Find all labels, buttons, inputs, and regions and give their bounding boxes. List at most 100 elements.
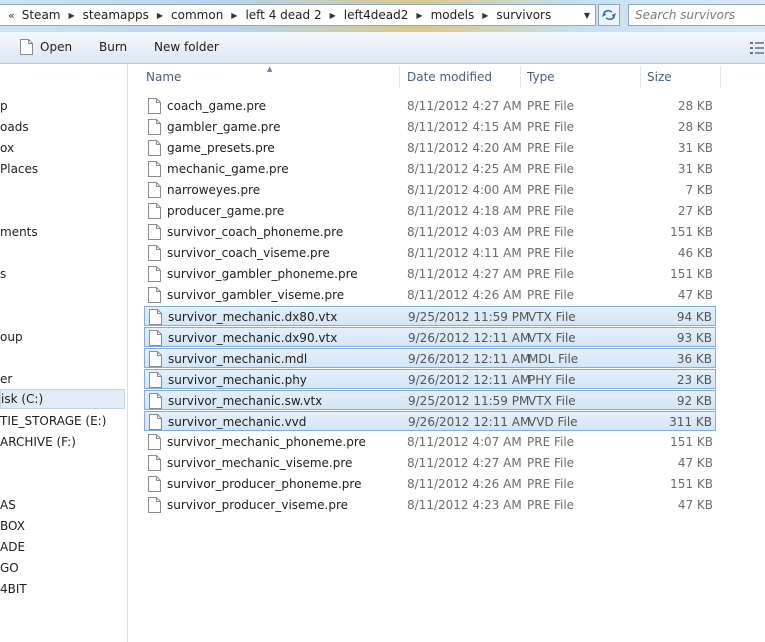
breadcrumb-item[interactable]: common: [168, 8, 226, 22]
file-icon: [149, 309, 162, 328]
file-name[interactable]: survivor_mechanic_phoneme.pre: [167, 435, 366, 449]
file-icon: [148, 119, 161, 138]
nav-item[interactable]: Places: [0, 159, 38, 179]
open-button[interactable]: Open: [40, 40, 72, 54]
nav-item[interactable]: ox: [0, 138, 14, 158]
file-row[interactable]: gambler_game.pre 8/11/2012 4:15 AM PRE Fil…: [144, 117, 716, 137]
file-name[interactable]: survivor_producer_phoneme.pre: [167, 477, 361, 491]
file-name[interactable]: survivor_mechanic.dx80.vtx: [168, 310, 337, 324]
search-box[interactable]: [628, 4, 765, 26]
nav-item[interactable]: oup: [0, 327, 23, 347]
breadcrumb-item[interactable]: Steam: [19, 8, 64, 22]
search-input[interactable]: [635, 6, 763, 24]
file-date: 8/11/2012 4:15 AM: [407, 120, 522, 134]
breadcrumb-item[interactable]: left 4 dead 2: [242, 8, 324, 22]
breadcrumb-chevron-icon[interactable]: ▶: [63, 11, 79, 20]
file-name[interactable]: mechanic_game.pre: [167, 162, 289, 176]
file-row[interactable]: survivor_mechanic.vvd 9/26/2012 12:11 AM V…: [144, 411, 716, 431]
nav-item[interactable]: oads: [0, 117, 29, 137]
file-row[interactable]: survivor_mechanic.phy 9/26/2012 12:11 AM P…: [144, 369, 716, 389]
file-row[interactable]: survivor_mechanic.sw.vtx 9/25/2012 11:59 …: [144, 390, 716, 410]
file-row[interactable]: survivor_coach_phoneme.pre 8/11/2012 4:03…: [144, 222, 716, 242]
column-header-type[interactable]: Type: [527, 70, 555, 84]
file-name[interactable]: producer_game.pre: [167, 204, 284, 218]
refresh-button[interactable]: [598, 4, 620, 26]
file-row[interactable]: survivor_producer_viseme.pre 8/11/2012 4:…: [144, 495, 716, 515]
file-row[interactable]: survivor_coach_viseme.pre 8/11/2012 4:11 …: [144, 243, 716, 263]
sort-ascending-icon: ▲: [267, 65, 273, 73]
file-name[interactable]: game_presets.pre: [167, 141, 275, 155]
nav-item[interactable]: 4BIT: [0, 579, 27, 599]
file-name[interactable]: survivor_mechanic.phy: [168, 373, 307, 387]
file-name[interactable]: survivor_mechanic.vvd: [168, 415, 306, 429]
file-type: PHY File: [528, 373, 576, 387]
breadcrumb-item[interactable]: steamapps: [80, 8, 152, 22]
nav-item[interactable]: ARCHIVE (F:): [0, 432, 76, 452]
file-row[interactable]: coach_game.pre 8/11/2012 4:27 AM PRE File 2…: [144, 96, 716, 116]
new-folder-button[interactable]: New folder: [154, 40, 219, 54]
nav-item[interactable]: ADE: [0, 537, 25, 557]
file-name[interactable]: gambler_game.pre: [167, 120, 280, 134]
column-divider[interactable]: [520, 66, 521, 88]
file-name[interactable]: survivor_gambler_phoneme.pre: [167, 267, 358, 281]
nav-item[interactable]: AS: [0, 495, 16, 515]
nav-item[interactable]: TIE_STORAGE (E:): [0, 411, 106, 431]
file-date: 8/11/2012 4:26 AM: [407, 477, 522, 491]
file-name[interactable]: survivor_coach_viseme.pre: [167, 246, 330, 260]
file-name[interactable]: survivor_producer_viseme.pre: [167, 498, 348, 512]
column-divider[interactable]: [640, 66, 641, 88]
breadcrumb-overflow-icon[interactable]: «: [0, 9, 19, 22]
breadcrumb-item[interactable]: left4dead2: [341, 8, 412, 22]
nav-item[interactable]: isk (C:): [0, 389, 125, 409]
file-row[interactable]: game_presets.pre 8/11/2012 4:20 AM PRE Fil…: [144, 138, 716, 158]
breadcrumb-chevron-icon[interactable]: ▶: [226, 11, 242, 20]
column-divider[interactable]: [720, 66, 721, 88]
nav-item[interactable]: s: [0, 264, 6, 284]
address-bar[interactable]: « Steam ▶ steamapps ▶ common ▶ left 4 dead 2 ▶ l…: [0, 4, 596, 26]
file-row[interactable]: survivor_gambler_phoneme.pre 8/11/2012 4:…: [144, 264, 716, 284]
column-header-name[interactable]: Name: [146, 70, 181, 84]
file-date: 9/26/2012 12:11 AM: [408, 415, 531, 429]
file-row[interactable]: producer_game.pre 8/11/2012 4:18 AM PRE Fi…: [144, 201, 716, 221]
file-name[interactable]: survivor_mechanic.sw.vtx: [168, 394, 322, 408]
file-row[interactable]: survivor_mechanic.mdl 9/26/2012 12:11 AM M…: [144, 348, 716, 368]
nav-item[interactable]: BOX: [0, 516, 25, 536]
column-divider[interactable]: [399, 66, 400, 88]
column-header-size[interactable]: Size: [647, 70, 672, 84]
breadcrumb-item[interactable]: models: [428, 8, 478, 22]
breadcrumb-chevron-icon[interactable]: ▶: [325, 11, 341, 20]
file-name[interactable]: survivor_mechanic.mdl: [168, 352, 307, 366]
address-bar-area: « Steam ▶ steamapps ▶ common ▶ left 4 dead 2 ▶ l…: [0, 0, 765, 32]
file-row[interactable]: survivor_mechanic.dx90.vtx 9/26/2012 12:1…: [144, 327, 716, 347]
breadcrumb-chevron-icon[interactable]: ▶: [411, 11, 427, 20]
view-options-icon[interactable]: [750, 42, 764, 54]
column-header-date[interactable]: Date modified: [407, 70, 492, 84]
file-name[interactable]: survivor_coach_phoneme.pre: [167, 225, 343, 239]
file-name[interactable]: narroweyes.pre: [167, 183, 260, 197]
breadcrumb-chevron-icon[interactable]: ▶: [477, 11, 493, 20]
file-row[interactable]: narroweyes.pre 8/11/2012 4:00 AM PRE File 7…: [144, 180, 716, 200]
file-date: 8/11/2012 4:03 AM: [407, 225, 522, 239]
burn-button[interactable]: Burn: [99, 40, 127, 54]
file-row[interactable]: survivor_producer_phoneme.pre 8/11/2012 4…: [144, 474, 716, 494]
file-name[interactable]: survivor_gambler_viseme.pre: [167, 288, 344, 302]
file-row[interactable]: survivor_gambler_viseme.pre 8/11/2012 4:2…: [144, 285, 716, 305]
breadcrumb-item[interactable]: survivors: [493, 8, 554, 22]
address-history-dropdown-icon[interactable]: ▼: [579, 5, 595, 25]
file-name[interactable]: survivor_mechanic.dx90.vtx: [168, 331, 337, 345]
nav-item[interactable]: ments: [0, 222, 38, 242]
nav-item[interactable]: p: [0, 96, 8, 116]
file-icon: [148, 245, 161, 264]
file-date: 9/25/2012 11:59 PM: [408, 310, 530, 324]
file-row[interactable]: survivor_mechanic.dx80.vtx 9/25/2012 11:5…: [144, 306, 716, 326]
nav-item[interactable]: er: [0, 369, 12, 389]
nav-item[interactable]: GO: [0, 558, 19, 578]
file-icon: [148, 455, 161, 474]
file-row[interactable]: mechanic_game.pre 8/11/2012 4:25 AM PRE Fi…: [144, 159, 716, 179]
breadcrumb-chevron-icon[interactable]: ▶: [152, 11, 168, 20]
file-name[interactable]: coach_game.pre: [167, 99, 266, 113]
file-row[interactable]: survivor_mechanic_viseme.pre 8/11/2012 4:…: [144, 453, 716, 473]
file-row[interactable]: survivor_mechanic_phoneme.pre 8/11/2012 4…: [144, 432, 716, 452]
file-icon: [148, 434, 161, 453]
file-name[interactable]: survivor_mechanic_viseme.pre: [167, 456, 352, 470]
